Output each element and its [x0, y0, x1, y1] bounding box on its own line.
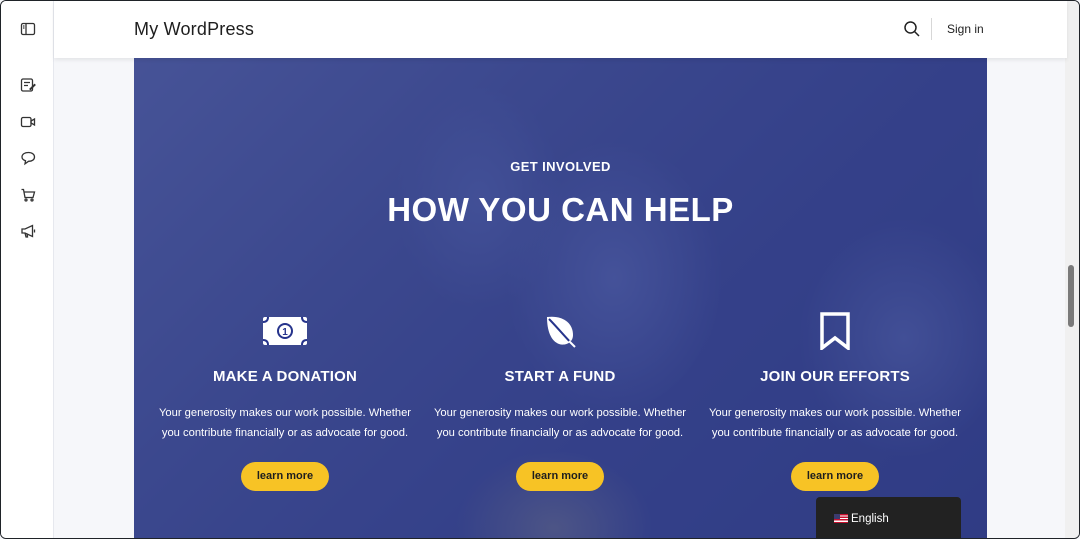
sign-in-link[interactable]: Sign in: [947, 22, 984, 36]
fund-title: START A FUND: [504, 368, 616, 385]
donation-title: MAKE A DONATION: [212, 368, 358, 385]
fund-description: Your generosity makes our work possible.…: [433, 407, 687, 439]
browser-frame: My WordPress Sign in GET INVOLVED HOW YO…: [0, 0, 1080, 539]
admin-sidebar: [1, 1, 54, 538]
donation-learn-more-button[interactable]: learn more: [241, 462, 329, 491]
sidebar-toggle-icon[interactable]: [17, 18, 39, 40]
notes-icon[interactable]: [17, 74, 39, 96]
fund-column: START A FUND Your generosity makes our w…: [420, 312, 700, 491]
search-icon[interactable]: [903, 20, 921, 38]
site-header: My WordPress Sign in: [54, 1, 1067, 58]
scrollbar-thumb[interactable]: [1068, 265, 1074, 327]
us-flag-icon: [834, 514, 848, 523]
leaf-icon: [420, 312, 700, 350]
donation-column: 1 MAKE A DONATION Your generosity makes …: [145, 312, 425, 491]
language-switcher[interactable]: English: [816, 497, 961, 538]
megaphone-icon[interactable]: [17, 220, 39, 242]
efforts-column: JOIN OUR EFFORTS Your generosity makes o…: [695, 312, 975, 491]
efforts-learn-more-button[interactable]: learn more: [791, 462, 879, 491]
video-icon[interactable]: [17, 111, 39, 133]
donation-description: Your generosity makes our work possible.…: [158, 407, 412, 439]
site-title[interactable]: My WordPress: [134, 19, 254, 40]
hero-section: GET INVOLVED HOW YOU CAN HELP 1 MAKE A D…: [134, 58, 987, 538]
efforts-description: Your generosity makes our work possible.…: [708, 407, 962, 439]
cart-icon[interactable]: [17, 184, 39, 206]
efforts-title: JOIN OUR EFFORTS: [760, 368, 910, 385]
header-divider: [931, 18, 932, 40]
bookmark-icon: [695, 312, 975, 350]
language-label: English: [851, 512, 889, 525]
hero-eyebrow: GET INVOLVED: [510, 159, 611, 174]
hero-headline: HOW YOU CAN HELP: [387, 191, 734, 228]
banknote-icon: 1: [145, 312, 425, 350]
svg-text:1: 1: [282, 327, 288, 338]
scrollbar[interactable]: [1065, 1, 1079, 538]
chat-icon[interactable]: [17, 147, 39, 169]
fund-learn-more-button[interactable]: learn more: [516, 462, 604, 491]
